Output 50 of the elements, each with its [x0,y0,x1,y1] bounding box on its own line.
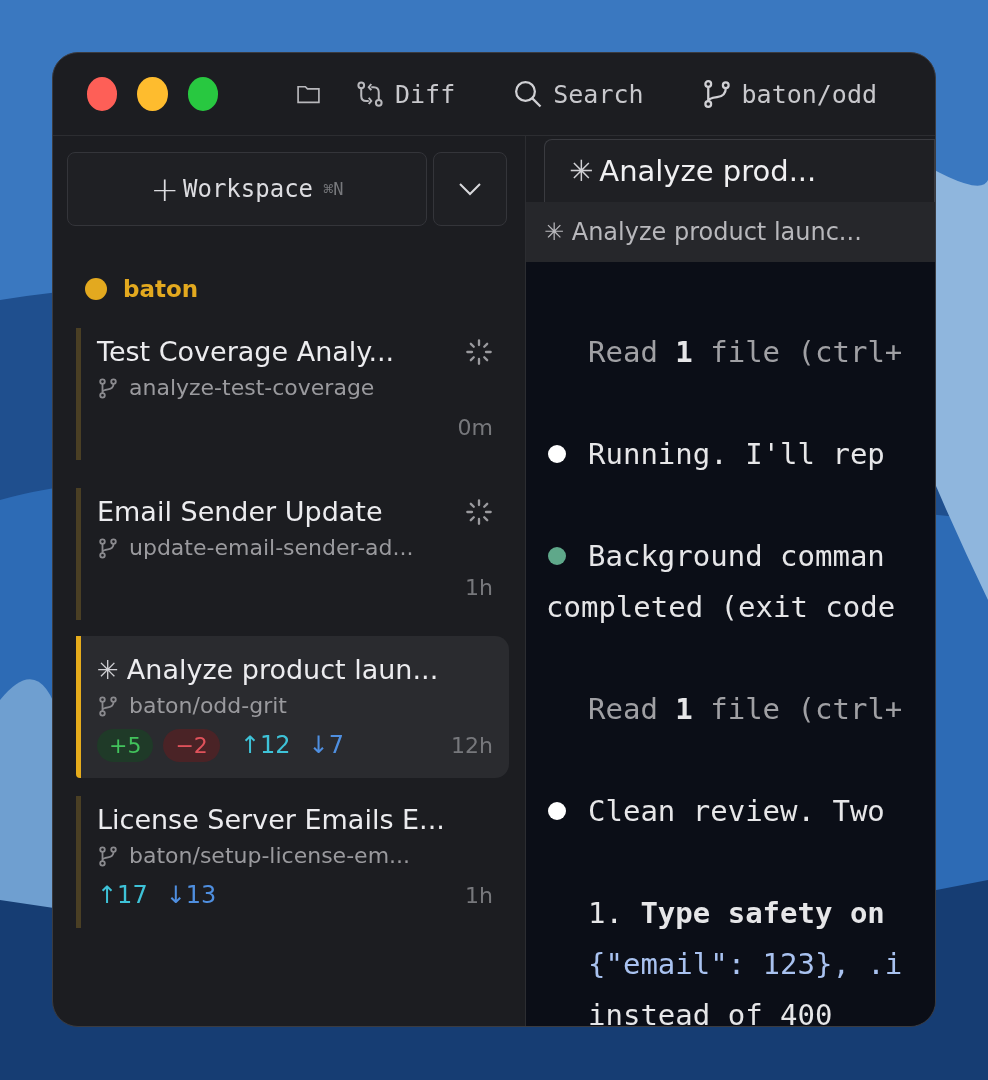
chevron-down-icon [458,182,482,196]
new-workspace-button[interactable]: +Workspace ⌘N [67,152,427,226]
zoom-button[interactable] [187,77,219,111]
time-label: 12h [451,732,493,758]
terminal-line: Background comman [588,538,885,573]
branch-icon [97,694,119,717]
asterisk-icon: ✳ [97,654,119,685]
time-label: 0m [457,414,493,440]
branch-name: update-email-sender-ad... [129,535,414,560]
terminal-line: 1. Type safety on [588,895,885,930]
branch-icon [97,844,119,867]
branch-button[interactable]: baton/odd [701,79,877,109]
behind-count: ↓7 [308,731,344,759]
search-button[interactable]: Search [513,79,644,109]
branch-icon [701,79,732,109]
search-icon [513,79,544,109]
terminal-line: completed (exit code [546,589,896,624]
workspace-item[interactable]: License Server Emails E... baton/setup-license-em... ↑17 ↓13 1h [76,796,509,928]
branch-name: baton/odd-grit [129,693,287,718]
terminal-line: instead of 400 [588,997,833,1026]
branch-icon [97,376,119,399]
branch-icon [97,536,119,559]
terminal-line: {"email": 123}, .i [588,946,903,981]
branch-name: analyze-test-coverage [129,375,375,400]
added-count: +5 [97,728,154,762]
workspace-item[interactable]: Email Sender Update update-email-sender-ad... 1h [76,488,509,620]
terminal-line: Read 1 file (ctrl+ [588,334,903,369]
removed-count: −2 [163,728,220,762]
workspace-title: Test Coverage Analy... [97,336,396,367]
terminal-line: Running. I'll rep [588,436,885,471]
behind-count: ↓13 [165,881,217,909]
ahead-count: ↑17 [97,881,148,909]
diff-button[interactable]: Diff [355,79,456,109]
terminal-line: Clean review. Two [588,793,885,828]
workspace-title: Email Sender Update [97,496,384,527]
workspace-item[interactable]: ✳ Analyze product laun... baton/odd-grit +5 −2 ↑12 ↓7 12h [76,636,509,778]
diff-icon [355,79,385,109]
branch-name: baton/setup-license-em... [129,843,411,868]
time-label: 1h [465,574,493,600]
session-tab[interactable]: ✳ Analyze prod... [544,139,935,202]
ahead-count: ↑12 [239,731,291,759]
terminal-line: Read 1 file (ctrl+ [588,691,903,726]
session-subtitle: ✳ Analyze product launc... [544,218,862,246]
minimize-button[interactable] [137,77,168,111]
workspace-title: License Server Emails E... [97,804,446,835]
workspace-item[interactable]: Test Coverage Analy... analyze-test-coverage 0m [76,328,509,460]
workspace-title: Analyze product laun... [126,654,440,685]
time-label: 1h [465,882,493,908]
group-name: baton [123,276,199,302]
close-button[interactable] [87,77,118,111]
